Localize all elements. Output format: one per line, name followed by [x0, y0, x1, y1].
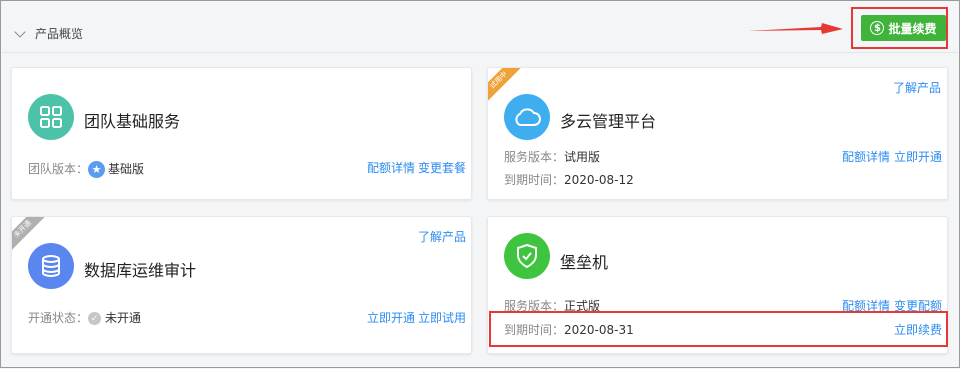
product-card-multicloud: 试用中 了解产品 多云管理平台 服务版本：试用版 到期时间：2020-08-12… [487, 67, 948, 200]
expire-row: 到期时间：2020-08-12 [504, 171, 634, 188]
product-card-db-audit: 未开通 了解产品 数据库运维审计 开通状态： ✓ 未开通 立即开通 立即试用 [11, 216, 472, 354]
overview-header: 产品概览 [2, 2, 958, 53]
check-icon: ✓ [88, 312, 102, 325]
activate-now-link[interactable]: 立即开通 [894, 148, 942, 165]
expire-value: 2020-08-12 [564, 173, 634, 187]
meta-row: 服务版本：试用版 [504, 148, 600, 165]
section-title: 产品概览 [35, 27, 84, 41]
activate-now-link[interactable]: 立即开通 [367, 309, 415, 326]
meta-label: 开通状态： [28, 311, 89, 325]
quota-details-link[interactable]: 配额详情 [842, 148, 890, 165]
product-card-team-basic: 团队基础服务 团队版本： ★ 基础版 配额详情 变更套餐 [11, 67, 472, 200]
expire-label: 到期时间： [504, 173, 565, 187]
batch-renew-button[interactable]: $ 批量续费 [861, 15, 946, 41]
change-plan-link[interactable]: 变更套餐 [418, 159, 466, 176]
quota-details-link[interactable]: 配额详情 [367, 159, 415, 176]
shield-check-icon [504, 233, 550, 279]
star-icon: ★ [88, 161, 106, 178]
product-name: 堡垒机 [560, 253, 609, 272]
meta-row: 开通状态： ✓ 未开通 [28, 309, 141, 326]
cloud-icon [504, 94, 550, 140]
meta-label: 服务版本： [504, 150, 565, 164]
meta-row: 团队版本： ★ 基础版 [28, 160, 144, 178]
product-name: 团队基础服务 [84, 112, 181, 131]
dollar-icon: $ [870, 21, 885, 35]
meta-value: 未开通 [105, 311, 142, 325]
meta-value: 基础版 [108, 162, 145, 176]
try-now-link[interactable]: 立即试用 [418, 309, 466, 326]
meta-value: 试用版 [564, 150, 601, 164]
learn-product-link[interactable]: 了解产品 [893, 79, 941, 96]
meta-label: 团队版本： [28, 162, 89, 176]
chevron-down-icon[interactable] [14, 26, 26, 38]
batch-renew-label: 批量续费 [888, 21, 937, 36]
product-name: 多云管理平台 [560, 112, 657, 131]
database-icon [28, 243, 74, 289]
highlight-box-expire-row [489, 311, 948, 347]
grid-icon [28, 94, 74, 140]
product-name: 数据库运维审计 [84, 261, 197, 280]
learn-product-link[interactable]: 了解产品 [418, 228, 466, 245]
